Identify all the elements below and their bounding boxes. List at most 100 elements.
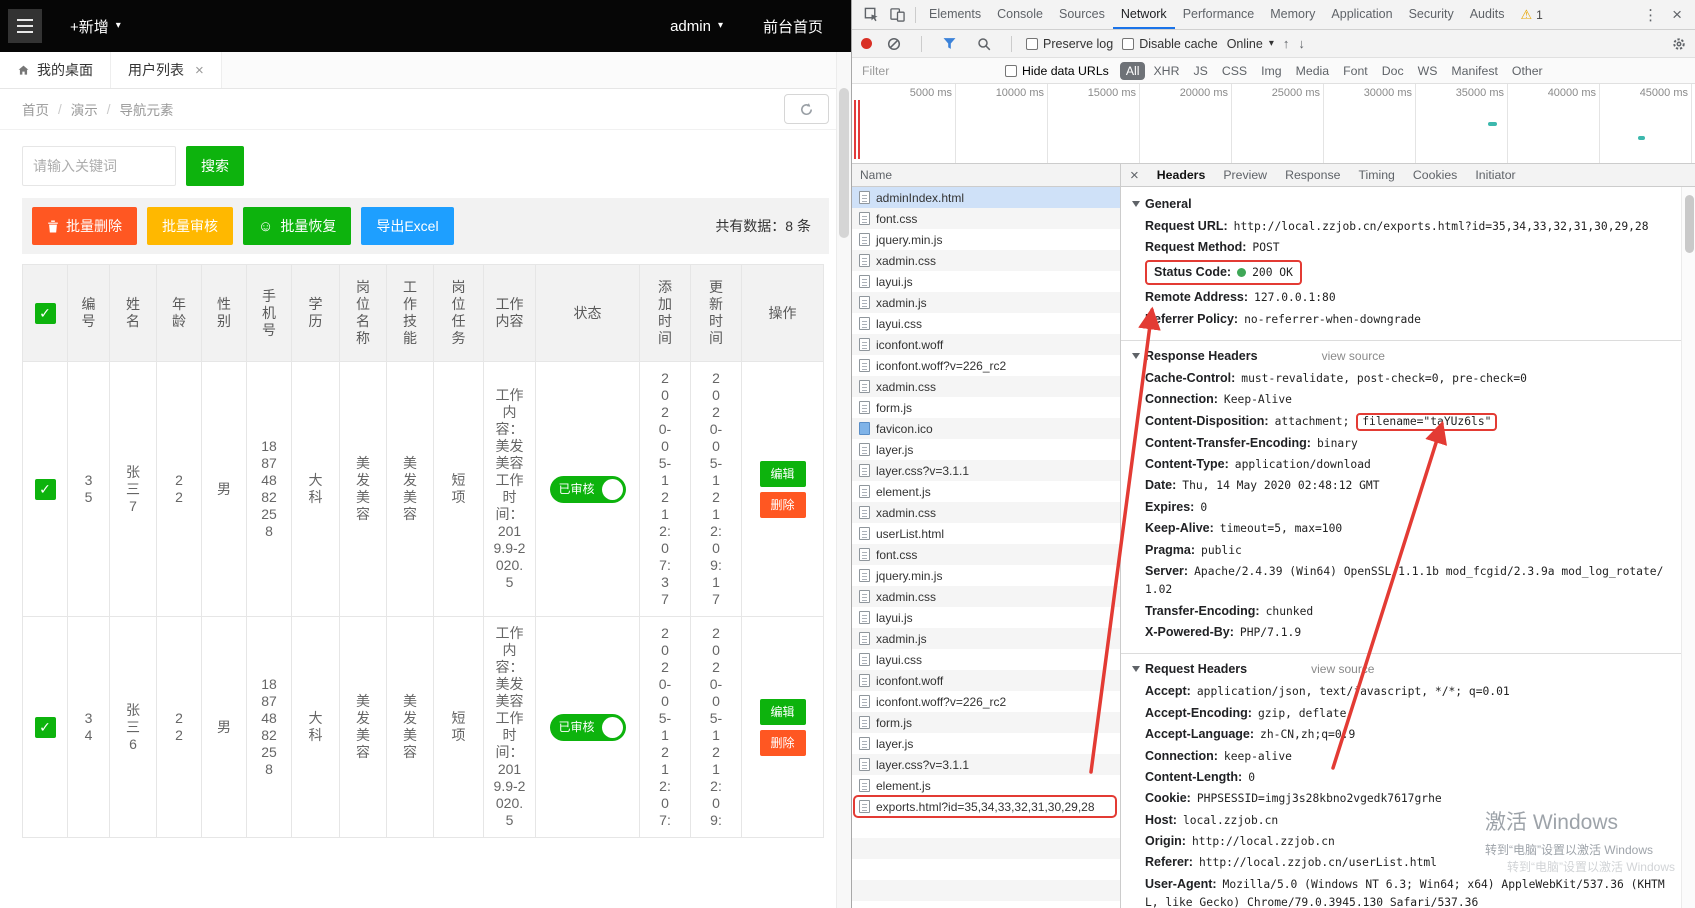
request-type-filter[interactable]: Media xyxy=(1290,62,1336,80)
tab-desktop[interactable]: 我的桌面 xyxy=(0,52,111,88)
admin-user-dropdown[interactable]: admin ▾ xyxy=(670,18,723,35)
edit-button[interactable]: 编辑 xyxy=(760,699,806,725)
request-row[interactable]: form.js xyxy=(852,397,1120,418)
request-row[interactable]: xadmin.js xyxy=(852,628,1120,649)
devtools-tab[interactable]: Sources xyxy=(1051,0,1113,29)
devtools-tab[interactable]: Security xyxy=(1401,0,1462,29)
detail-tab[interactable]: Headers xyxy=(1148,164,1215,187)
devtools-tab[interactable]: Console xyxy=(989,0,1051,29)
request-type-filter[interactable]: Font xyxy=(1337,62,1374,80)
section-title[interactable]: Request Headers view source xyxy=(1145,662,1669,676)
devtools-tab[interactable]: Elements xyxy=(921,0,989,29)
request-row[interactable]: jquery.min.js xyxy=(852,565,1120,586)
frontend-home-link[interactable]: 前台首页 xyxy=(763,16,823,37)
network-settings-gear-icon[interactable] xyxy=(1672,37,1686,51)
request-row[interactable]: font.css xyxy=(852,208,1120,229)
request-row[interactable]: iconfont.woff xyxy=(852,670,1120,691)
request-type-filter[interactable]: Manifest xyxy=(1445,62,1503,80)
section-title[interactable]: Response Headers view source xyxy=(1145,349,1669,363)
disable-cache-checkbox[interactable]: Disable cache xyxy=(1122,37,1218,51)
request-type-filter[interactable]: WS xyxy=(1412,62,1444,80)
detail-tab[interactable]: Initiator xyxy=(1466,164,1524,187)
request-row[interactable]: userList.html xyxy=(852,523,1120,544)
throttling-dropdown[interactable]: Online ▾ xyxy=(1227,37,1274,51)
request-type-filter[interactable]: XHR xyxy=(1147,62,1185,80)
filter-icon[interactable] xyxy=(936,31,962,57)
import-har-icon[interactable]: ↑ xyxy=(1283,36,1290,51)
page-scrollbar[interactable] xyxy=(836,52,851,908)
devtools-tab[interactable]: Network xyxy=(1113,0,1175,29)
detail-tab[interactable]: Timing xyxy=(1349,164,1403,187)
devtools-tab[interactable]: Performance xyxy=(1175,0,1263,29)
detail-tab[interactable]: Preview xyxy=(1214,164,1276,187)
request-row[interactable]: iconfont.woff?v=226_rc2 xyxy=(852,355,1120,376)
request-row[interactable]: xadmin.css xyxy=(852,586,1120,607)
request-row[interactable]: layer.js xyxy=(852,733,1120,754)
name-column-header[interactable]: Name xyxy=(852,164,1121,186)
request-type-filter[interactable]: Other xyxy=(1506,62,1549,80)
row-checkbox[interactable]: ✓ xyxy=(35,717,56,738)
scrollbar-thumb[interactable] xyxy=(839,88,849,238)
edit-button[interactable]: 编辑 xyxy=(760,461,806,487)
hide-data-urls-checkbox[interactable]: Hide data URLs xyxy=(1005,64,1109,78)
devtools-close-icon[interactable]: × xyxy=(1665,5,1689,25)
request-type-filter[interactable]: CSS xyxy=(1216,62,1253,80)
devtools-tab[interactable]: Memory xyxy=(1262,0,1323,29)
request-row[interactable]: iconfont.woff xyxy=(852,334,1120,355)
scrollbar-thumb[interactable] xyxy=(1685,195,1694,253)
request-row[interactable]: favicon.ico xyxy=(852,418,1120,439)
request-row[interactable]: xadmin.css xyxy=(852,250,1120,271)
request-row[interactable]: layui.js xyxy=(852,271,1120,292)
add-new-dropdown[interactable]: +新增 ▾ xyxy=(70,16,121,37)
request-row[interactable]: adminIndex.html xyxy=(852,187,1120,208)
export-excel-button[interactable]: 导出Excel xyxy=(361,207,453,245)
request-row[interactable]: exports.html?id=35,34,33,32,31,30,29,28 xyxy=(852,796,1120,817)
request-row[interactable]: layui.css xyxy=(852,649,1120,670)
refresh-button[interactable] xyxy=(784,94,829,124)
detail-tab[interactable]: Response xyxy=(1276,164,1349,187)
batch-delete-button[interactable]: 批量删除 xyxy=(32,207,137,245)
tab-user-list[interactable]: 用户列表 × xyxy=(111,52,222,88)
kebab-menu-icon[interactable]: ⋮ xyxy=(1636,6,1665,24)
request-row[interactable]: iconfont.woff?v=226_rc2 xyxy=(852,691,1120,712)
request-row[interactable]: layui.css xyxy=(852,313,1120,334)
request-row[interactable]: xadmin.css xyxy=(852,376,1120,397)
network-overview-timeline[interactable]: 5000 ms10000 ms15000 ms20000 ms25000 ms3… xyxy=(852,84,1695,164)
clear-icon[interactable] xyxy=(881,31,907,57)
preserve-log-checkbox[interactable]: Preserve log xyxy=(1026,37,1113,51)
search-button[interactable]: 搜索 xyxy=(186,146,244,186)
breadcrumb-demo[interactable]: 演示 xyxy=(71,99,98,119)
status-switch[interactable]: 已审核 xyxy=(550,476,626,503)
request-row[interactable]: layer.css?v=3.1.1 xyxy=(852,754,1120,775)
request-row[interactable]: layer.css?v=3.1.1 xyxy=(852,460,1120,481)
detail-tab[interactable]: Cookies xyxy=(1404,164,1466,187)
view-source-link[interactable]: view source xyxy=(1311,662,1374,676)
breadcrumb-home[interactable]: 首页 xyxy=(22,99,49,119)
request-row[interactable]: element.js xyxy=(852,481,1120,502)
detail-close-icon[interactable]: × xyxy=(1121,167,1148,184)
batch-restore-button[interactable]: ☺ 批量恢复 xyxy=(243,207,351,245)
status-switch[interactable]: 已审核 xyxy=(550,714,626,741)
export-har-icon[interactable]: ↓ xyxy=(1298,36,1305,51)
request-row[interactable]: element.js xyxy=(852,775,1120,796)
request-type-filter[interactable]: All xyxy=(1120,62,1146,80)
request-row[interactable]: jquery.min.js xyxy=(852,229,1120,250)
request-type-filter[interactable]: Img xyxy=(1255,62,1288,80)
search-input[interactable] xyxy=(22,146,176,186)
network-filter-input[interactable] xyxy=(862,64,994,78)
row-checkbox[interactable]: ✓ xyxy=(35,479,56,500)
devtools-tab[interactable]: Application xyxy=(1323,0,1400,29)
request-row[interactable]: layer.js xyxy=(852,439,1120,460)
hamburger-menu-button[interactable] xyxy=(8,9,42,43)
search-icon[interactable] xyxy=(971,31,997,57)
section-title[interactable]: General xyxy=(1145,197,1669,211)
request-type-filter[interactable]: Doc xyxy=(1376,62,1410,80)
device-toolbar-icon[interactable] xyxy=(884,2,910,28)
record-button[interactable] xyxy=(861,38,872,49)
inspect-element-icon[interactable] xyxy=(858,2,884,28)
warning-badge[interactable]: ⚠ 1 xyxy=(1520,7,1542,23)
batch-review-button[interactable]: 批量审核 xyxy=(147,207,233,245)
request-row[interactable]: xadmin.js xyxy=(852,292,1120,313)
request-type-filter[interactable]: JS xyxy=(1187,62,1213,80)
delete-button[interactable]: 删除 xyxy=(760,492,806,518)
